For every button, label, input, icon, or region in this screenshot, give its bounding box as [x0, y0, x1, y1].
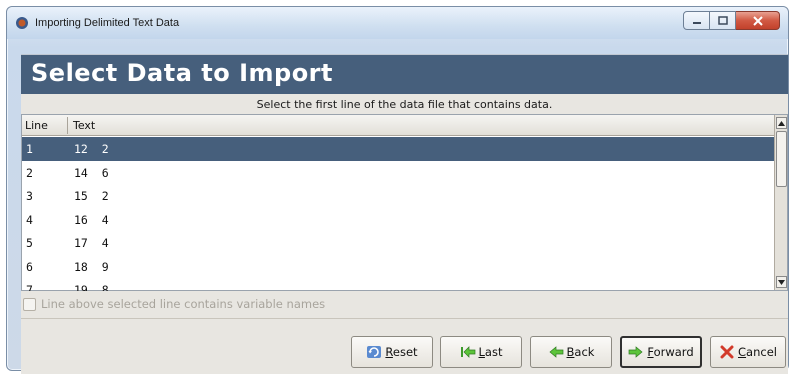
back-button[interactable]: Back [530, 336, 612, 368]
line-text: 19 8 [74, 283, 109, 291]
close-icon [752, 15, 763, 26]
line-number: 6 [26, 259, 33, 274]
maximize-icon [717, 16, 728, 25]
line-number: 2 [26, 165, 33, 180]
variable-names-option: Line above selected line contains variab… [23, 297, 325, 311]
list-item[interactable]: 1 12 2 [22, 137, 775, 161]
list-item[interactable]: 4 16 4 [22, 208, 775, 232]
arrow-left-icon [548, 346, 563, 358]
instruction-text: Select the first line of the data file t… [256, 98, 553, 111]
reset-button[interactable]: Reset [351, 336, 433, 368]
line-text: 14 6 [74, 165, 109, 180]
column-separator[interactable] [67, 117, 68, 134]
line-number: 5 [26, 236, 33, 250]
list-item[interactable]: 7 19 8 [22, 278, 775, 291]
page-header: Select Data to Import [21, 54, 788, 94]
arrow-left-bar-icon [460, 346, 475, 358]
last-label: Last [478, 345, 503, 359]
line-text: 15 2 [74, 189, 109, 203]
line-text: 17 4 [74, 236, 109, 250]
divider [21, 318, 788, 319]
dialog-body: Select Data to Import Select the first l… [21, 54, 788, 374]
minimize-icon [692, 21, 701, 24]
list-item[interactable]: 2 14 6 [22, 161, 775, 185]
vertical-scrollbar[interactable] [774, 115, 787, 290]
cancel-label: Cancel [738, 345, 777, 359]
close-button[interactable] [736, 11, 780, 30]
list-rows: 1 12 2 2 14 6 3 15 2 4 16 4 5 1 7 4 6 18 … [22, 137, 775, 291]
list-item[interactable]: 6 18 9 [22, 255, 775, 279]
arrow-up-icon [778, 120, 785, 126]
column-header-line[interactable]: Line [25, 119, 48, 132]
window-title: Importing Delimited Text Data [35, 17, 180, 29]
forward-label: Forward [647, 345, 694, 359]
arrow-right-icon [629, 346, 643, 358]
line-text: 18 9 [74, 259, 109, 274]
back-label: Back [566, 345, 595, 359]
data-lines-list[interactable]: Line Text 1 12 2 2 14 6 3 15 2 4 16 4 5 … [21, 114, 788, 291]
forward-button[interactable]: Forward [620, 336, 702, 368]
scroll-thumb[interactable] [776, 131, 787, 187]
line-number: 1 [26, 142, 33, 156]
last-button[interactable]: Last [440, 336, 522, 368]
list-item[interactable]: 5 17 4 [22, 231, 775, 255]
reset-label: Reset [385, 345, 418, 359]
checkbox-label: Line above selected line contains variab… [41, 297, 326, 311]
line-number: 3 [26, 189, 33, 203]
column-header-text[interactable]: Text [73, 119, 95, 132]
title-bar[interactable]: Importing Delimited Text Data [7, 7, 788, 39]
page-title: Select Data to Import [31, 59, 333, 87]
refresh-icon [367, 346, 382, 358]
line-number: 4 [26, 212, 33, 227]
list-header: Line Text [22, 115, 775, 136]
dialog-window: Importing Delimited Text Data Select Dat… [6, 6, 789, 374]
x-icon [720, 345, 734, 359]
line-number: 7 [26, 283, 33, 291]
line-text: 12 2 [74, 142, 109, 156]
window-controls [683, 11, 780, 31]
maximize-button[interactable] [710, 11, 736, 30]
scroll-up-button[interactable] [776, 117, 787, 129]
scroll-down-button[interactable] [776, 276, 787, 288]
list-item[interactable]: 3 15 2 [22, 184, 775, 208]
variable-names-checkbox[interactable] [23, 297, 36, 311]
line-text: 16 4 [74, 212, 109, 227]
arrow-down-icon [778, 279, 785, 285]
cancel-button[interactable]: Cancel [710, 336, 786, 368]
app-icon [16, 17, 28, 29]
minimize-button[interactable] [683, 11, 710, 30]
